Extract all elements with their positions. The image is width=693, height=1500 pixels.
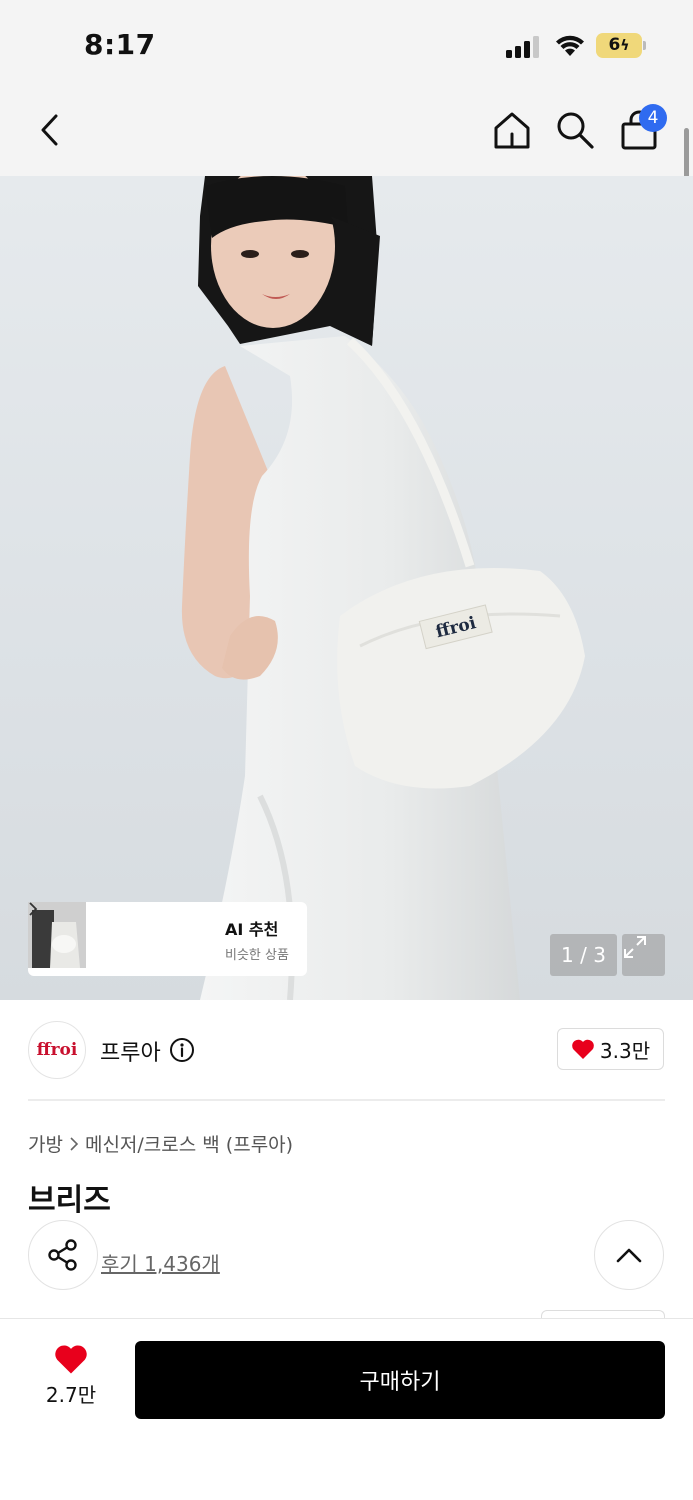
breadcrumb: 가방 메신저/크로스 백 (프루아) <box>28 1130 293 1157</box>
wishlist-button[interactable]: 2.7만 <box>28 1343 114 1423</box>
product-photo: ffroi <box>181 176 585 1000</box>
product-title: 브리즈 <box>28 1183 111 1218</box>
bottom-action-bar: 2.7만 구매하기 <box>0 1318 693 1500</box>
brand-name[interactable]: 프루아 <box>100 1035 161 1067</box>
image-page-counter: 1 / 3 <box>550 934 617 976</box>
recommend-thumb-2[interactable] <box>28 902 151 972</box>
battery-level: 6 <box>608 35 621 55</box>
ai-recommend-card[interactable]: AI 추천 비슷한 상품 <box>28 902 307 976</box>
info-icon[interactable] <box>169 1037 195 1063</box>
chevron-left-icon <box>41 114 58 146</box>
ai-recommend-subtitle: 비슷한 상품 <box>225 947 289 963</box>
chevron-right-icon <box>29 902 38 916</box>
recommend-thumb-3[interactable] <box>28 902 213 972</box>
product-image-gallery[interactable]: ffroi AI 추천 비슷한 상품 1 / 3 <box>0 176 693 1000</box>
charging-bolt-icon: ϟ <box>620 38 630 54</box>
wishlist-count: 2.7만 <box>45 1383 97 1407</box>
brand-row: ffroi 프루아 3.3만 <box>0 1000 693 1100</box>
home-icon <box>494 112 530 149</box>
fullscreen-button[interactable] <box>622 934 665 976</box>
brand-like-button[interactable]: 3.3만 <box>557 1028 664 1070</box>
brand-logo[interactable]: ffroi <box>28 1021 86 1079</box>
top-nav-bar: 4 <box>0 90 693 176</box>
search-icon <box>557 112 594 149</box>
chevron-up-icon <box>616 1248 642 1263</box>
brand-like-count: 3.3만 <box>599 1038 651 1063</box>
breadcrumb-category[interactable]: 가방 <box>28 1130 63 1157</box>
ai-recommend-title: AI 추천 <box>225 919 279 939</box>
status-time: 8:17 <box>84 28 156 61</box>
wifi-icon <box>556 35 584 56</box>
status-bar: 8:17 6ϟ <box>0 0 693 90</box>
cellular-signal-icon <box>506 36 539 58</box>
heart-icon <box>55 1345 87 1374</box>
breadcrumb-subcategory[interactable]: 메신저/크로스 백 (프루아) <box>85 1130 293 1157</box>
heart-icon <box>572 1039 594 1059</box>
share-icon <box>48 1239 77 1271</box>
expand-icon <box>624 936 646 958</box>
scroll-to-top-button[interactable] <box>594 1220 664 1290</box>
back-button[interactable] <box>28 108 72 152</box>
cart-count-badge: 4 <box>639 104 667 132</box>
chevron-right-icon <box>70 1136 79 1151</box>
divider <box>28 1099 665 1101</box>
cart-button[interactable]: 4 <box>617 104 667 152</box>
battery-indicator: 6ϟ <box>596 33 648 58</box>
reviews-link[interactable]: 후기 1,436개 <box>101 1248 220 1277</box>
search-button[interactable] <box>553 108 597 152</box>
buy-button[interactable]: 구매하기 <box>135 1341 665 1419</box>
home-button[interactable] <box>490 108 534 152</box>
share-button[interactable] <box>28 1220 98 1290</box>
